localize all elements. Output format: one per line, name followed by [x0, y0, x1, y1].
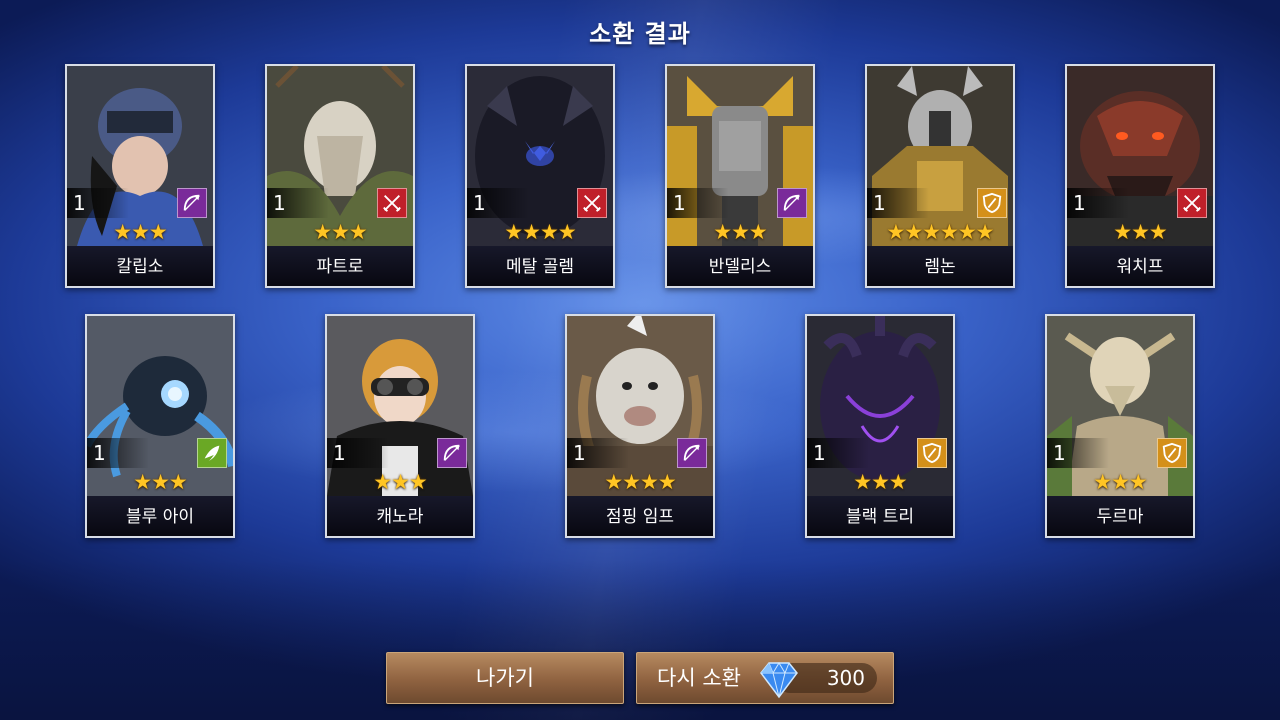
- class-icon-tank: [1157, 438, 1187, 468]
- hero-name: 파트로: [267, 246, 413, 286]
- hero-card[interactable]: 1 ★★★ 반델리스: [665, 64, 815, 288]
- class-icon-tank: [977, 188, 1007, 218]
- exit-button[interactable]: 나가기: [386, 652, 624, 704]
- hero-level: 1: [327, 438, 389, 468]
- hero-portrait: [1047, 316, 1193, 496]
- hero-card[interactable]: 1 ★★★★ 점핑 임프: [565, 314, 715, 538]
- hero-name: 워치프: [1067, 246, 1213, 286]
- hero-card[interactable]: 1 ★★★★ 메탈 골렘: [465, 64, 615, 288]
- hero-portrait: [807, 316, 953, 496]
- hero-stars: ★★★★★★: [886, 220, 995, 244]
- class-icon-warrior: [377, 188, 407, 218]
- hero-level: 1: [267, 188, 329, 218]
- diamond-icon: [760, 662, 798, 699]
- hero-card[interactable]: 1 ★★★ 두르마: [1045, 314, 1195, 538]
- summon-cost-value: 300: [826, 666, 865, 690]
- hero-name: 렘논: [867, 246, 1013, 286]
- hero-name: 점핑 임프: [567, 496, 713, 536]
- summon-again-button[interactable]: 다시 소환 300: [636, 652, 894, 704]
- class-icon-archer: [677, 438, 707, 468]
- hero-card[interactable]: 1 ★★★ 블랙 트리: [805, 314, 955, 538]
- class-icon-tank: [917, 438, 947, 468]
- hero-stars: ★★★★: [504, 220, 576, 244]
- hero-name: 블랙 트리: [807, 496, 953, 536]
- hero-card[interactable]: 1 ★★★ 워치프: [1065, 64, 1215, 288]
- class-icon-warrior: [577, 188, 607, 218]
- hero-card[interactable]: 1 ★★★ 블루 아이: [85, 314, 235, 538]
- hero-portrait: [67, 66, 213, 246]
- hero-level: 1: [867, 188, 929, 218]
- hero-stars: ★★★: [313, 220, 367, 244]
- class-icon-archer: [437, 438, 467, 468]
- hero-level: 1: [87, 438, 149, 468]
- hero-level: 1: [1067, 188, 1129, 218]
- hero-level: 1: [567, 438, 629, 468]
- class-icon-archer: [177, 188, 207, 218]
- hero-portrait: [327, 316, 473, 496]
- hero-card[interactable]: 1 ★★★ 칼립소: [65, 64, 215, 288]
- hero-stars: ★★★: [713, 220, 767, 244]
- class-icon-archer: [777, 188, 807, 218]
- hero-stars: ★★★: [853, 470, 907, 494]
- page-title: 소환 결과: [589, 20, 691, 48]
- hero-level: 1: [667, 188, 729, 218]
- hero-level: 1: [1047, 438, 1109, 468]
- hero-portrait: [467, 66, 613, 246]
- hero-stars: ★★★: [373, 470, 427, 494]
- hero-stars: ★★★: [133, 470, 187, 494]
- hero-name: 메탈 골렘: [467, 246, 613, 286]
- hero-level: 1: [807, 438, 869, 468]
- class-icon-warrior: [1177, 188, 1207, 218]
- hero-card[interactable]: 1 ★★★ 파트로: [265, 64, 415, 288]
- hero-portrait: [1067, 66, 1213, 246]
- hero-name: 캐노라: [327, 496, 473, 536]
- hero-stars: ★★★: [1093, 470, 1147, 494]
- hero-portrait: [87, 316, 233, 496]
- hero-stars: ★★★: [1113, 220, 1167, 244]
- hero-name: 두르마: [1047, 496, 1193, 536]
- summon-again-label: 다시 소환: [657, 666, 741, 690]
- hero-name: 반델리스: [667, 246, 813, 286]
- hero-stars: ★★★: [113, 220, 167, 244]
- hero-portrait: [567, 316, 713, 496]
- class-icon-support: [197, 438, 227, 468]
- hero-level: 1: [67, 188, 129, 218]
- hero-name: 블루 아이: [87, 496, 233, 536]
- hero-card[interactable]: 1 ★★★ 캐노라: [325, 314, 475, 538]
- hero-name: 칼립소: [67, 246, 213, 286]
- hero-portrait: [267, 66, 413, 246]
- hero-level: 1: [467, 188, 529, 218]
- hero-portrait: [867, 66, 1013, 246]
- hero-stars: ★★★★: [604, 470, 676, 494]
- hero-portrait: [667, 66, 813, 246]
- hero-card[interactable]: 1 ★★★★★★ 렘논: [865, 64, 1015, 288]
